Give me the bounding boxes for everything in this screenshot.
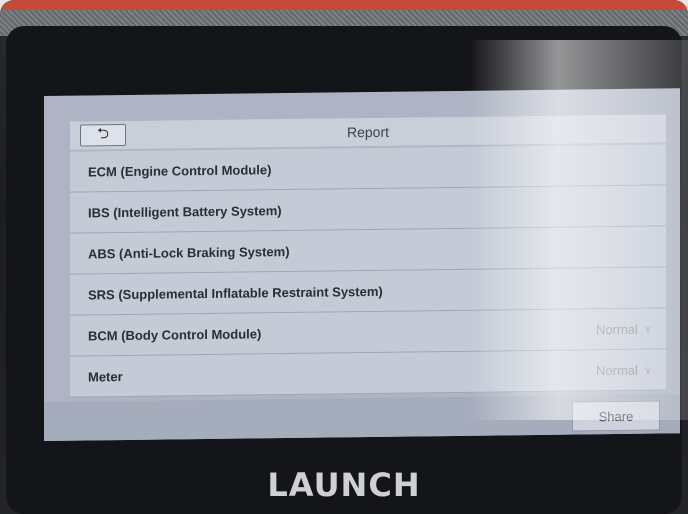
footer-bar: Share xyxy=(44,394,680,442)
status-text: Normal xyxy=(596,362,638,378)
status-badge: Normal ∨ xyxy=(596,321,652,337)
report-list: ECM (Engine Control Module) IBS (Intelli… xyxy=(70,144,666,398)
report-item-label: BCM (Body Control Module) xyxy=(88,325,262,343)
screen: ⮌ Report ECM (Engine Control Module) IBS… xyxy=(44,88,680,442)
report-item-label: IBS (Intelligent Battery System) xyxy=(88,202,282,220)
share-button[interactable]: Share xyxy=(572,400,660,432)
report-item-bcm[interactable]: BCM (Body Control Module) Normal ∨ xyxy=(70,308,666,357)
report-item-ibs[interactable]: IBS (Intelligent Battery System) xyxy=(70,185,666,234)
report-item-srs[interactable]: SRS (Supplemental Inflatable Restraint S… xyxy=(70,267,666,316)
report-item-ecm[interactable]: ECM (Engine Control Module) xyxy=(70,144,666,193)
diagnostic-device: ⮌ Report ECM (Engine Control Module) IBS… xyxy=(0,0,688,514)
report-item-meter[interactable]: Meter Normal ∨ xyxy=(70,349,666,398)
chevron-down-icon[interactable]: ∨ xyxy=(644,363,652,376)
page-title: Report xyxy=(346,123,390,141)
brand-logo: LAUNCH xyxy=(267,466,421,504)
report-item-label: Meter xyxy=(88,368,123,384)
report-item-label: ECM (Engine Control Module) xyxy=(88,161,272,179)
device-top-strip xyxy=(0,0,688,10)
report-item-label: ABS (Anti-Lock Braking System) xyxy=(88,243,290,261)
status-text: Normal xyxy=(596,321,638,337)
report-item-label: SRS (Supplemental Inflatable Restraint S… xyxy=(88,283,383,302)
report-item-abs[interactable]: ABS (Anti-Lock Braking System) xyxy=(70,226,666,275)
chevron-down-icon[interactable]: ∨ xyxy=(644,322,652,335)
status-badge: Normal ∨ xyxy=(596,362,652,378)
